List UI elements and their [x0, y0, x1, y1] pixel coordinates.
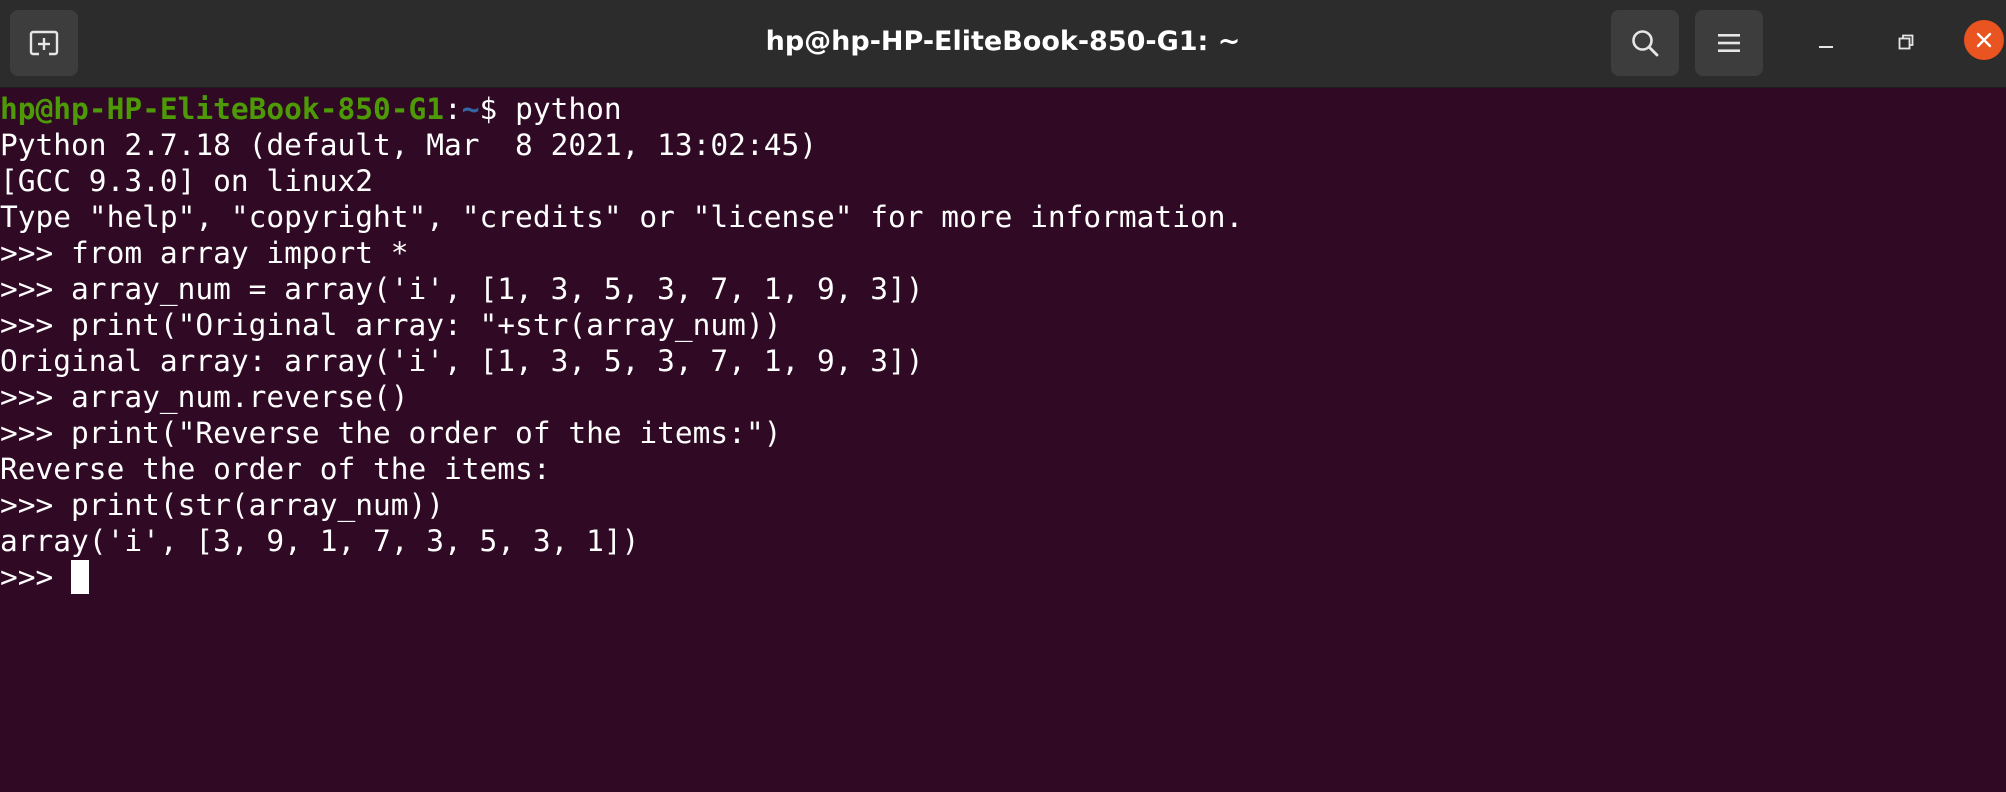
shell-command: python: [515, 92, 622, 126]
search-button[interactable]: [1611, 10, 1679, 76]
hamburger-menu-icon: [1718, 34, 1740, 52]
text-cursor: [71, 560, 90, 594]
output-line: Python 2.7.18 (default, Mar 8 2021, 13:0…: [0, 128, 817, 162]
restore-icon: [1898, 34, 1914, 50]
prompt-colon: :: [444, 92, 462, 126]
title-bar[interactable]: hp@hp-HP-EliteBook-850-G1: ~: [0, 0, 2006, 88]
terminal-window: hp@hp-HP-EliteBook-850-G1: ~ hp@hp-HP-El…: [0, 0, 2006, 792]
output-line: >>> print("Reverse the order of the item…: [0, 416, 782, 450]
output-line: Original array: array('i', [1, 3, 5, 3, …: [0, 344, 924, 378]
terminal-output[interactable]: hp@hp-HP-EliteBook-850-G1:~$ python Pyth…: [0, 89, 2006, 792]
new-tab-button[interactable]: [10, 10, 78, 76]
shell-prompt-line: hp@hp-HP-EliteBook-850-G1:~$ python: [0, 91, 2006, 127]
prompt-user-host: hp@hp-HP-EliteBook-850-G1: [0, 92, 445, 126]
minimize-button[interactable]: [1804, 20, 1848, 64]
output-line: Type "help", "copyright", "credits" or "…: [0, 200, 1244, 234]
prompt-directory: ~: [461, 92, 480, 126]
output-line: [GCC 9.3.0] on linux2: [0, 164, 373, 198]
output-line: >>> print(str(array_num)): [0, 488, 445, 522]
menu-button[interactable]: [1695, 10, 1763, 76]
output-line: array('i', [3, 9, 1, 7, 3, 5, 3, 1]): [0, 524, 640, 558]
minimize-icon: [1819, 46, 1833, 48]
output-line: >>> array_num = array('i', [1, 3, 5, 3, …: [0, 272, 924, 306]
current-prompt-line[interactable]: >>>: [0, 559, 2006, 595]
output-line: Reverse the order of the items:: [0, 452, 551, 486]
close-button[interactable]: [1964, 20, 2004, 60]
prompt-dollar: $: [479, 92, 516, 126]
output-line: >>> array_num.reverse(): [0, 380, 409, 414]
close-icon: [1976, 32, 1992, 48]
restore-button[interactable]: [1884, 20, 1928, 64]
python-prompt: >>>: [0, 560, 72, 594]
output-line: >>> from array import *: [0, 236, 409, 270]
output-line: >>> print("Original array: "+str(array_n…: [0, 308, 782, 342]
search-icon: [1632, 30, 1659, 57]
new-tab-icon: [29, 30, 59, 56]
